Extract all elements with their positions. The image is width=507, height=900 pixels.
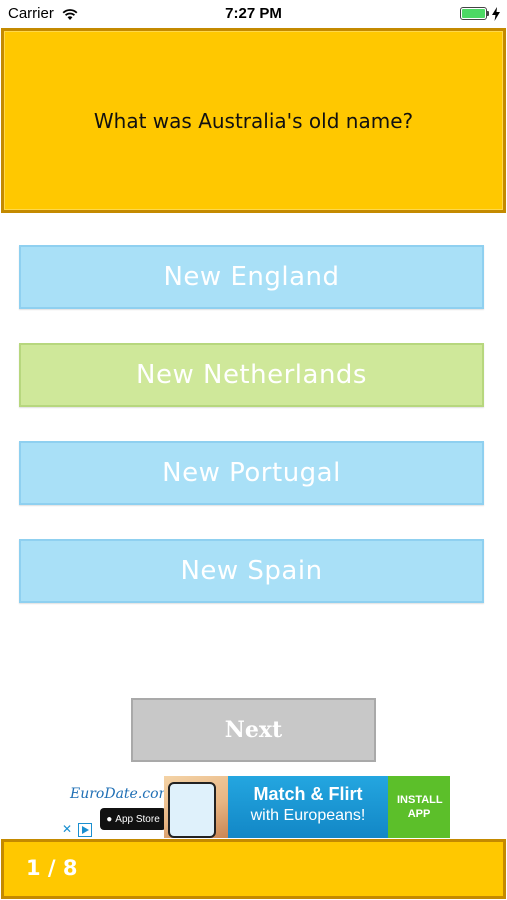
- ad-install-label: INSTALL APP: [397, 794, 443, 820]
- next-button-label: Next: [224, 717, 283, 743]
- question-panel: What was Australia's old name?: [1, 28, 506, 213]
- ad-message: Match & Flirt with Europeans!: [228, 776, 388, 838]
- ad-banner[interactable]: EuroDate.com ● App Store ✕ Match & Flirt…: [58, 776, 450, 838]
- question-progress: 1 / 8: [26, 856, 78, 880]
- ad-headline: Match & Flirt: [253, 784, 363, 804]
- ad-brand-logo: EuroDate.com: [70, 786, 172, 802]
- ad-install-button[interactable]: INSTALL APP: [388, 776, 450, 838]
- ad-subline: with Europeans!: [250, 807, 366, 824]
- question-text: What was Australia's old name?: [93, 108, 414, 133]
- answer-option-4[interactable]: New Spain: [19, 539, 484, 603]
- charging-icon: [492, 6, 500, 25]
- answer-label: New England: [163, 262, 340, 292]
- ad-brand-panel: EuroDate.com ● App Store ✕: [58, 776, 172, 838]
- apple-icon: ●: [106, 813, 113, 825]
- status-time: 7:27 PM: [225, 5, 282, 22]
- answer-label: New Portugal: [162, 458, 341, 488]
- phone-illustration: [168, 782, 216, 838]
- ad-close-icon[interactable]: ✕: [60, 822, 74, 836]
- answer-option-2[interactable]: New Netherlands: [19, 343, 484, 407]
- battery-cap: [487, 11, 489, 16]
- app-store-badge[interactable]: ● App Store: [100, 808, 166, 830]
- next-button[interactable]: Next: [131, 698, 376, 762]
- answer-label: New Spain: [180, 556, 323, 586]
- footer-bar: 1 / 8: [1, 839, 506, 899]
- ad-choices-icon[interactable]: [78, 822, 92, 837]
- app-store-label: App Store: [115, 813, 160, 825]
- answer-option-3[interactable]: New Portugal: [19, 441, 484, 505]
- status-bar: Carrier 7:27 PM: [0, 0, 507, 28]
- answer-label: New Netherlands: [136, 360, 367, 390]
- battery-icon: [460, 7, 487, 20]
- ad-photo: [164, 776, 228, 838]
- answer-option-1[interactable]: New England: [19, 245, 484, 309]
